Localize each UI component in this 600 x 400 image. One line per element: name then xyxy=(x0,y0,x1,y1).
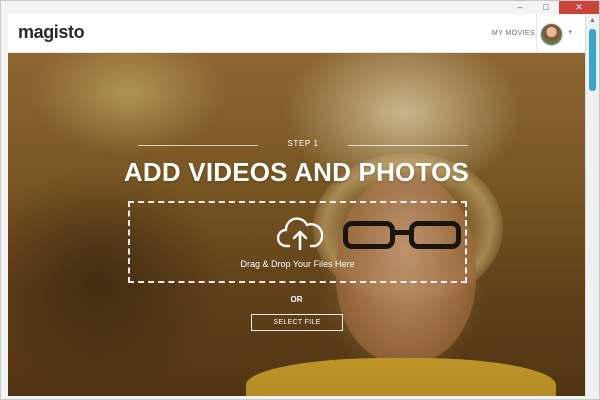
maximize-button[interactable]: □ xyxy=(533,1,559,14)
window-controls: – □ ✕ xyxy=(507,1,599,14)
step-divider-right xyxy=(348,145,468,146)
my-movies-link[interactable]: MY MOVIES xyxy=(492,30,535,37)
page-title: ADD VIDEOS AND PHOTOS xyxy=(123,157,470,187)
chevron-down-icon[interactable]: ▾ xyxy=(568,28,572,36)
scroll-up-icon[interactable]: ▲ xyxy=(586,14,599,26)
magisto-logo[interactable]: magisto xyxy=(18,22,85,43)
step-indicator: STEP 1 xyxy=(138,139,468,151)
app-header: magisto MY MOVIES ▾ xyxy=(8,14,585,53)
upload-hero: STEP 1 ADD VIDEOS AND PHOTOS Drag & Drop… xyxy=(8,53,585,396)
header-divider xyxy=(536,14,537,52)
browser-window: – □ ✕ magisto MY MOVIES ▾ STEP 1 ADD VID… xyxy=(0,0,600,400)
cloud-upload-icon xyxy=(277,217,323,250)
dropzone-label: Drag & Drop Your Files Here xyxy=(240,259,355,269)
file-dropzone[interactable]: Drag & Drop Your Files Here xyxy=(128,201,467,283)
minimize-button[interactable]: – xyxy=(507,1,533,14)
or-separator: OR xyxy=(290,295,303,304)
step-label: STEP 1 xyxy=(287,139,319,148)
close-button[interactable]: ✕ xyxy=(559,1,599,14)
vertical-scrollbar[interactable]: ▲ xyxy=(585,14,599,398)
select-file-button[interactable]: SELECT FILE xyxy=(251,314,343,331)
user-avatar[interactable] xyxy=(540,23,563,46)
scrollbar-thumb[interactable] xyxy=(589,29,596,91)
